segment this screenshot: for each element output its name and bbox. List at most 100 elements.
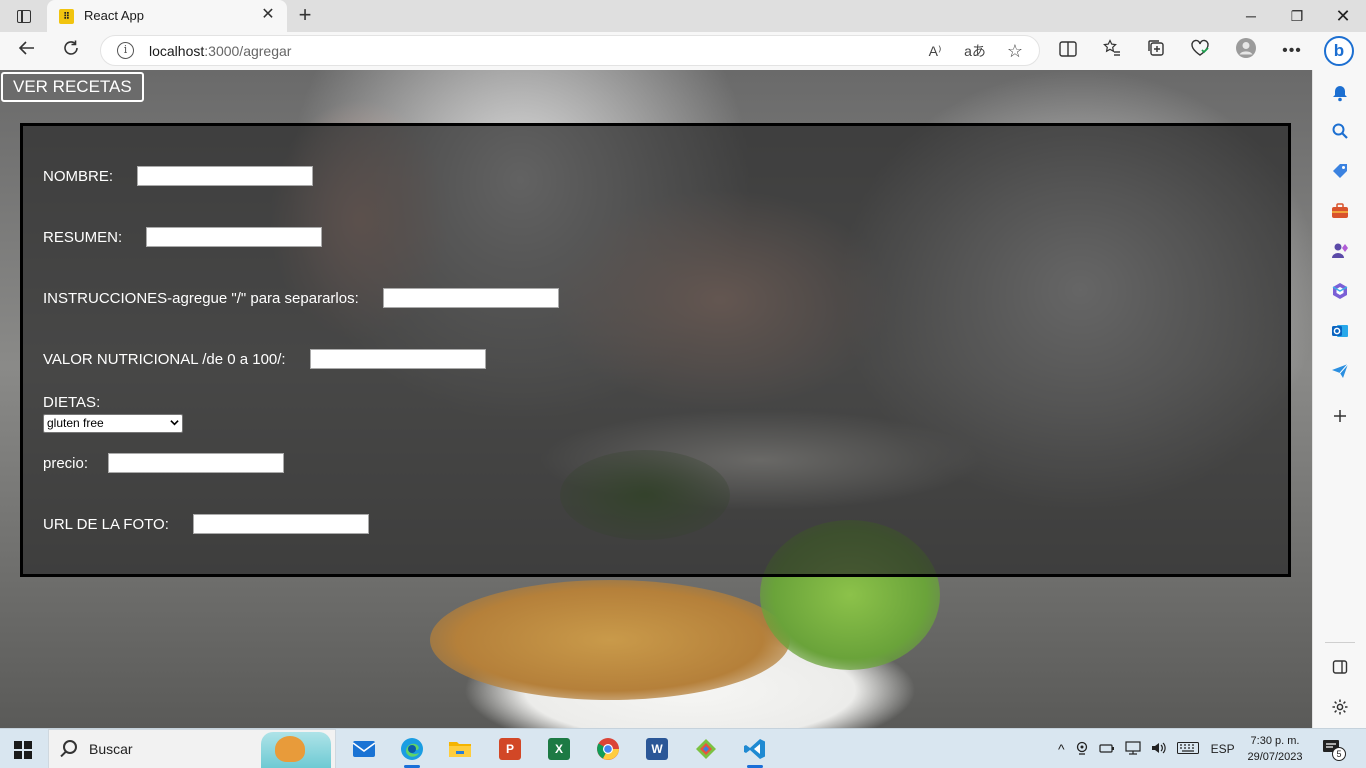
avatar xyxy=(1236,38,1256,58)
edge-sidebar xyxy=(1312,70,1366,728)
taskbar-chrome-app[interactable] xyxy=(588,733,628,765)
favorite-star-icon[interactable]: ☆ xyxy=(1003,39,1027,63)
react-app-favicon-icon: ⠿ xyxy=(59,9,74,24)
minimize-button[interactable]: ─ xyxy=(1228,0,1274,32)
favorites-button[interactable] xyxy=(1097,37,1127,65)
collections-button[interactable] xyxy=(1141,37,1171,65)
shopping-tag-icon[interactable] xyxy=(1327,158,1353,184)
address-bar[interactable]: i localhost:3000/agregar A⁾ aあ ☆ xyxy=(100,35,1040,66)
back-button[interactable] xyxy=(12,37,42,65)
taskbar-clock[interactable]: 7:30 p. m. 29/07/2023 xyxy=(1244,733,1306,765)
instrucciones-row: INSTRUCCIONES-agregue "/" para separarlo… xyxy=(43,288,559,308)
valor-nutricional-input[interactable] xyxy=(309,349,486,369)
powerpoint-icon: P xyxy=(499,738,521,760)
tab-close-icon[interactable]: ✕ xyxy=(259,6,277,24)
url-foto-label: URL DE LA FOTO: xyxy=(43,515,169,533)
back-arrow-icon xyxy=(18,41,34,55)
url-text[interactable]: localhost:3000/agregar xyxy=(149,43,291,59)
resumen-row: RESUMEN: xyxy=(43,227,323,247)
taskbar-git-app[interactable] xyxy=(686,733,726,765)
url-foto-row: URL DE LA FOTO: xyxy=(43,514,369,534)
recipe-form: NOMBRE: RESUMEN: INSTRUCCIONES-agregue "… xyxy=(20,123,1291,577)
taskbar-mail-app[interactable] xyxy=(344,733,384,765)
nombre-input[interactable] xyxy=(137,166,314,186)
mail-icon xyxy=(352,741,376,757)
taskbar-word-app[interactable]: W xyxy=(637,733,677,765)
battery-plug-icon[interactable] xyxy=(1098,741,1115,758)
instrucciones-label: INSTRUCCIONES-agregue "/" para separarlo… xyxy=(43,289,359,307)
camera-icon[interactable] xyxy=(1075,741,1089,758)
new-tab-button[interactable]: + xyxy=(292,4,318,28)
nombre-label: NOMBRE: xyxy=(43,167,114,185)
close-window-button[interactable]: ✕ xyxy=(1320,0,1366,32)
page-viewport: VER RECETAS NOMBRE: RESUMEN: INSTRUCCION… xyxy=(0,70,1312,728)
precio-label: precio: xyxy=(43,454,89,472)
chevron-down-icon xyxy=(170,420,179,426)
bing-chat-icon[interactable]: b xyxy=(1324,36,1354,66)
notifications-bell-icon[interactable] xyxy=(1327,80,1353,106)
valor-nutricional-label: VALOR NUTRICIONAL /de 0 a 100/: xyxy=(43,350,286,368)
games-icon[interactable] xyxy=(1327,238,1353,264)
restore-button[interactable]: ❐ xyxy=(1274,0,1320,32)
system-tray: ^ ESP xyxy=(1058,729,1235,768)
tab-title: React App xyxy=(84,8,144,23)
taskbar-edge-app[interactable] xyxy=(392,733,432,768)
taskbar-excel-app[interactable]: X xyxy=(539,733,579,765)
read-aloud-icon[interactable]: A⁾ xyxy=(923,39,947,63)
edge-browser-icon xyxy=(401,738,423,760)
translate-icon[interactable]: aあ xyxy=(963,39,987,63)
settings-gear-icon[interactable] xyxy=(1327,694,1353,720)
taskbar-search-text: Buscar xyxy=(89,741,133,757)
show-hidden-icons-chevron-icon[interactable]: ^ xyxy=(1058,741,1065,757)
keyboard-icon[interactable] xyxy=(1176,741,1199,757)
refresh-button[interactable] xyxy=(56,37,86,65)
split-screen-button[interactable] xyxy=(1053,37,1083,65)
more-options-button[interactable]: ••• xyxy=(1277,37,1307,65)
refresh-icon xyxy=(64,40,78,55)
dietas-select[interactable]: gluten free xyxy=(43,414,183,433)
nombre-row: NOMBRE: xyxy=(43,166,314,186)
split-screen-icon xyxy=(1059,41,1077,57)
browser-essentials-button[interactable] xyxy=(1185,37,1215,65)
word-icon: W xyxy=(646,738,668,760)
windows-start-icon[interactable] xyxy=(14,741,32,759)
ver-recetas-button[interactable]: VER RECETAS xyxy=(1,72,144,102)
taskbar-powerpoint-app[interactable]: P xyxy=(490,733,530,765)
outlook-icon[interactable] xyxy=(1327,318,1353,344)
notification-center-button[interactable]: 5 xyxy=(1322,739,1346,761)
notification-count-badge: 5 xyxy=(1332,747,1346,761)
input-language-indicator[interactable]: ESP xyxy=(1211,742,1235,756)
valor-nutricional-row: VALOR NUTRICIONAL /de 0 a 100/: xyxy=(43,349,486,369)
send-telegram-icon[interactable] xyxy=(1327,358,1353,384)
favorites-icon xyxy=(1103,39,1120,56)
taskbar-vscode-app[interactable] xyxy=(735,733,775,768)
taskbar-search-box[interactable]: Buscar xyxy=(48,729,336,768)
site-info-icon[interactable]: i xyxy=(117,42,134,59)
instrucciones-input[interactable] xyxy=(382,288,559,308)
sidebar-divider xyxy=(1325,642,1355,643)
taskbar-file-explorer-app[interactable] xyxy=(440,733,480,765)
browser-toolbar: i localhost:3000/agregar A⁾ aあ ☆ ••• xyxy=(0,32,1366,70)
url-foto-input[interactable] xyxy=(192,514,369,534)
heart-pulse-icon xyxy=(1191,39,1209,56)
resumen-input[interactable] xyxy=(146,227,323,247)
search-icon[interactable] xyxy=(1327,118,1353,144)
windows-taskbar: Buscar P X W ^ ESP 7:30 p. m. 29/07/2023… xyxy=(0,728,1366,768)
tab-react-app[interactable]: ⠿ React App ✕ xyxy=(47,0,287,32)
vscode-icon xyxy=(744,739,765,759)
add-sidebar-app-icon[interactable] xyxy=(1327,403,1353,429)
volume-icon[interactable] xyxy=(1151,741,1167,758)
precio-row: precio: xyxy=(43,453,285,473)
hide-sidebar-icon[interactable] xyxy=(1327,654,1353,680)
clock-time: 7:30 p. m. xyxy=(1250,735,1300,747)
folder-icon xyxy=(449,742,471,757)
precio-input[interactable] xyxy=(108,453,285,473)
network-icon[interactable] xyxy=(1124,740,1141,758)
profile-button[interactable] xyxy=(1231,37,1261,65)
search-highlight-tiger-icon[interactable] xyxy=(261,732,331,768)
microsoft-365-icon[interactable] xyxy=(1327,278,1353,304)
resumen-label: RESUMEN: xyxy=(43,228,123,246)
excel-icon: X xyxy=(548,738,570,760)
tab-actions-button[interactable] xyxy=(8,4,40,28)
tools-briefcase-icon[interactable] xyxy=(1327,198,1353,224)
